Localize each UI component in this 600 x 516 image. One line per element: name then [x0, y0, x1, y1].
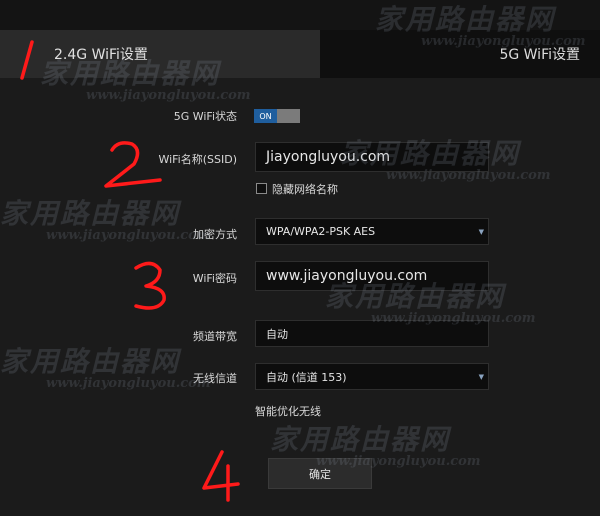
- hide-ssid-label: 隐藏网络名称: [272, 183, 338, 196]
- encryption-label: 加密方式: [193, 228, 237, 241]
- ssid-input[interactable]: Jiayongluyou.com: [255, 142, 489, 172]
- dropdown-arrow-icon: ▼: [478, 372, 484, 381]
- annotation-2-stroke: [104, 141, 162, 188]
- annotation-4-stroke: [202, 450, 240, 502]
- bandwidth-value: 自动: [266, 327, 288, 341]
- ssid-label: WiFi名称(SSID): [158, 153, 237, 166]
- tab-2-4g-wifi[interactable]: 2.4G WiFi设置: [0, 30, 320, 78]
- dropdown-arrow-icon: ▼: [478, 227, 484, 236]
- password-input[interactable]: www.jiayongluyou.com: [255, 261, 489, 291]
- ssid-value: Jiayongluyou.com: [266, 149, 391, 165]
- watermark: 家用路由器网www.jiayongluyou.com: [0, 345, 211, 391]
- hide-ssid-checkbox[interactable]: [256, 183, 267, 194]
- channel-value: 自动 (信道 153): [266, 370, 347, 384]
- smart-optimize-label: 智能优化无线: [255, 405, 321, 418]
- bandwidth-select[interactable]: 自动: [255, 320, 489, 347]
- toggle-off-side: [277, 109, 300, 123]
- wifi-status-toggle[interactable]: ON: [254, 109, 300, 123]
- encryption-value: WPA/WPA2-PSK AES: [266, 225, 376, 238]
- confirm-button[interactable]: 确定: [268, 458, 372, 489]
- annotation-3-text: 3: [140, 289, 141, 291]
- channel-label: 无线信道: [193, 372, 237, 385]
- watermark: 家用路由器网www.jiayongluyou.com: [0, 197, 211, 243]
- channel-select[interactable]: 自动 (信道 153) ▼: [255, 363, 489, 390]
- tab-5g-wifi[interactable]: 5G WiFi设置: [320, 30, 600, 78]
- wifi-band-tabs: 2.4G WiFi设置 5G WiFi设置: [0, 30, 600, 78]
- annotation-4-text: 4: [210, 479, 211, 481]
- annotation-3-stroke: [134, 261, 166, 310]
- bandwidth-label: 频道带宽: [193, 330, 237, 343]
- annotation-2-text: 2: [110, 169, 111, 171]
- password-value: www.jiayongluyou.com: [266, 268, 428, 284]
- password-label: WiFi密码: [192, 272, 237, 285]
- encryption-select[interactable]: WPA/WPA2-PSK AES ▼: [255, 218, 489, 245]
- toggle-on-label: ON: [254, 109, 277, 123]
- wifi-status-label: 5G WiFi状态: [173, 110, 237, 123]
- top-strip: [0, 0, 600, 30]
